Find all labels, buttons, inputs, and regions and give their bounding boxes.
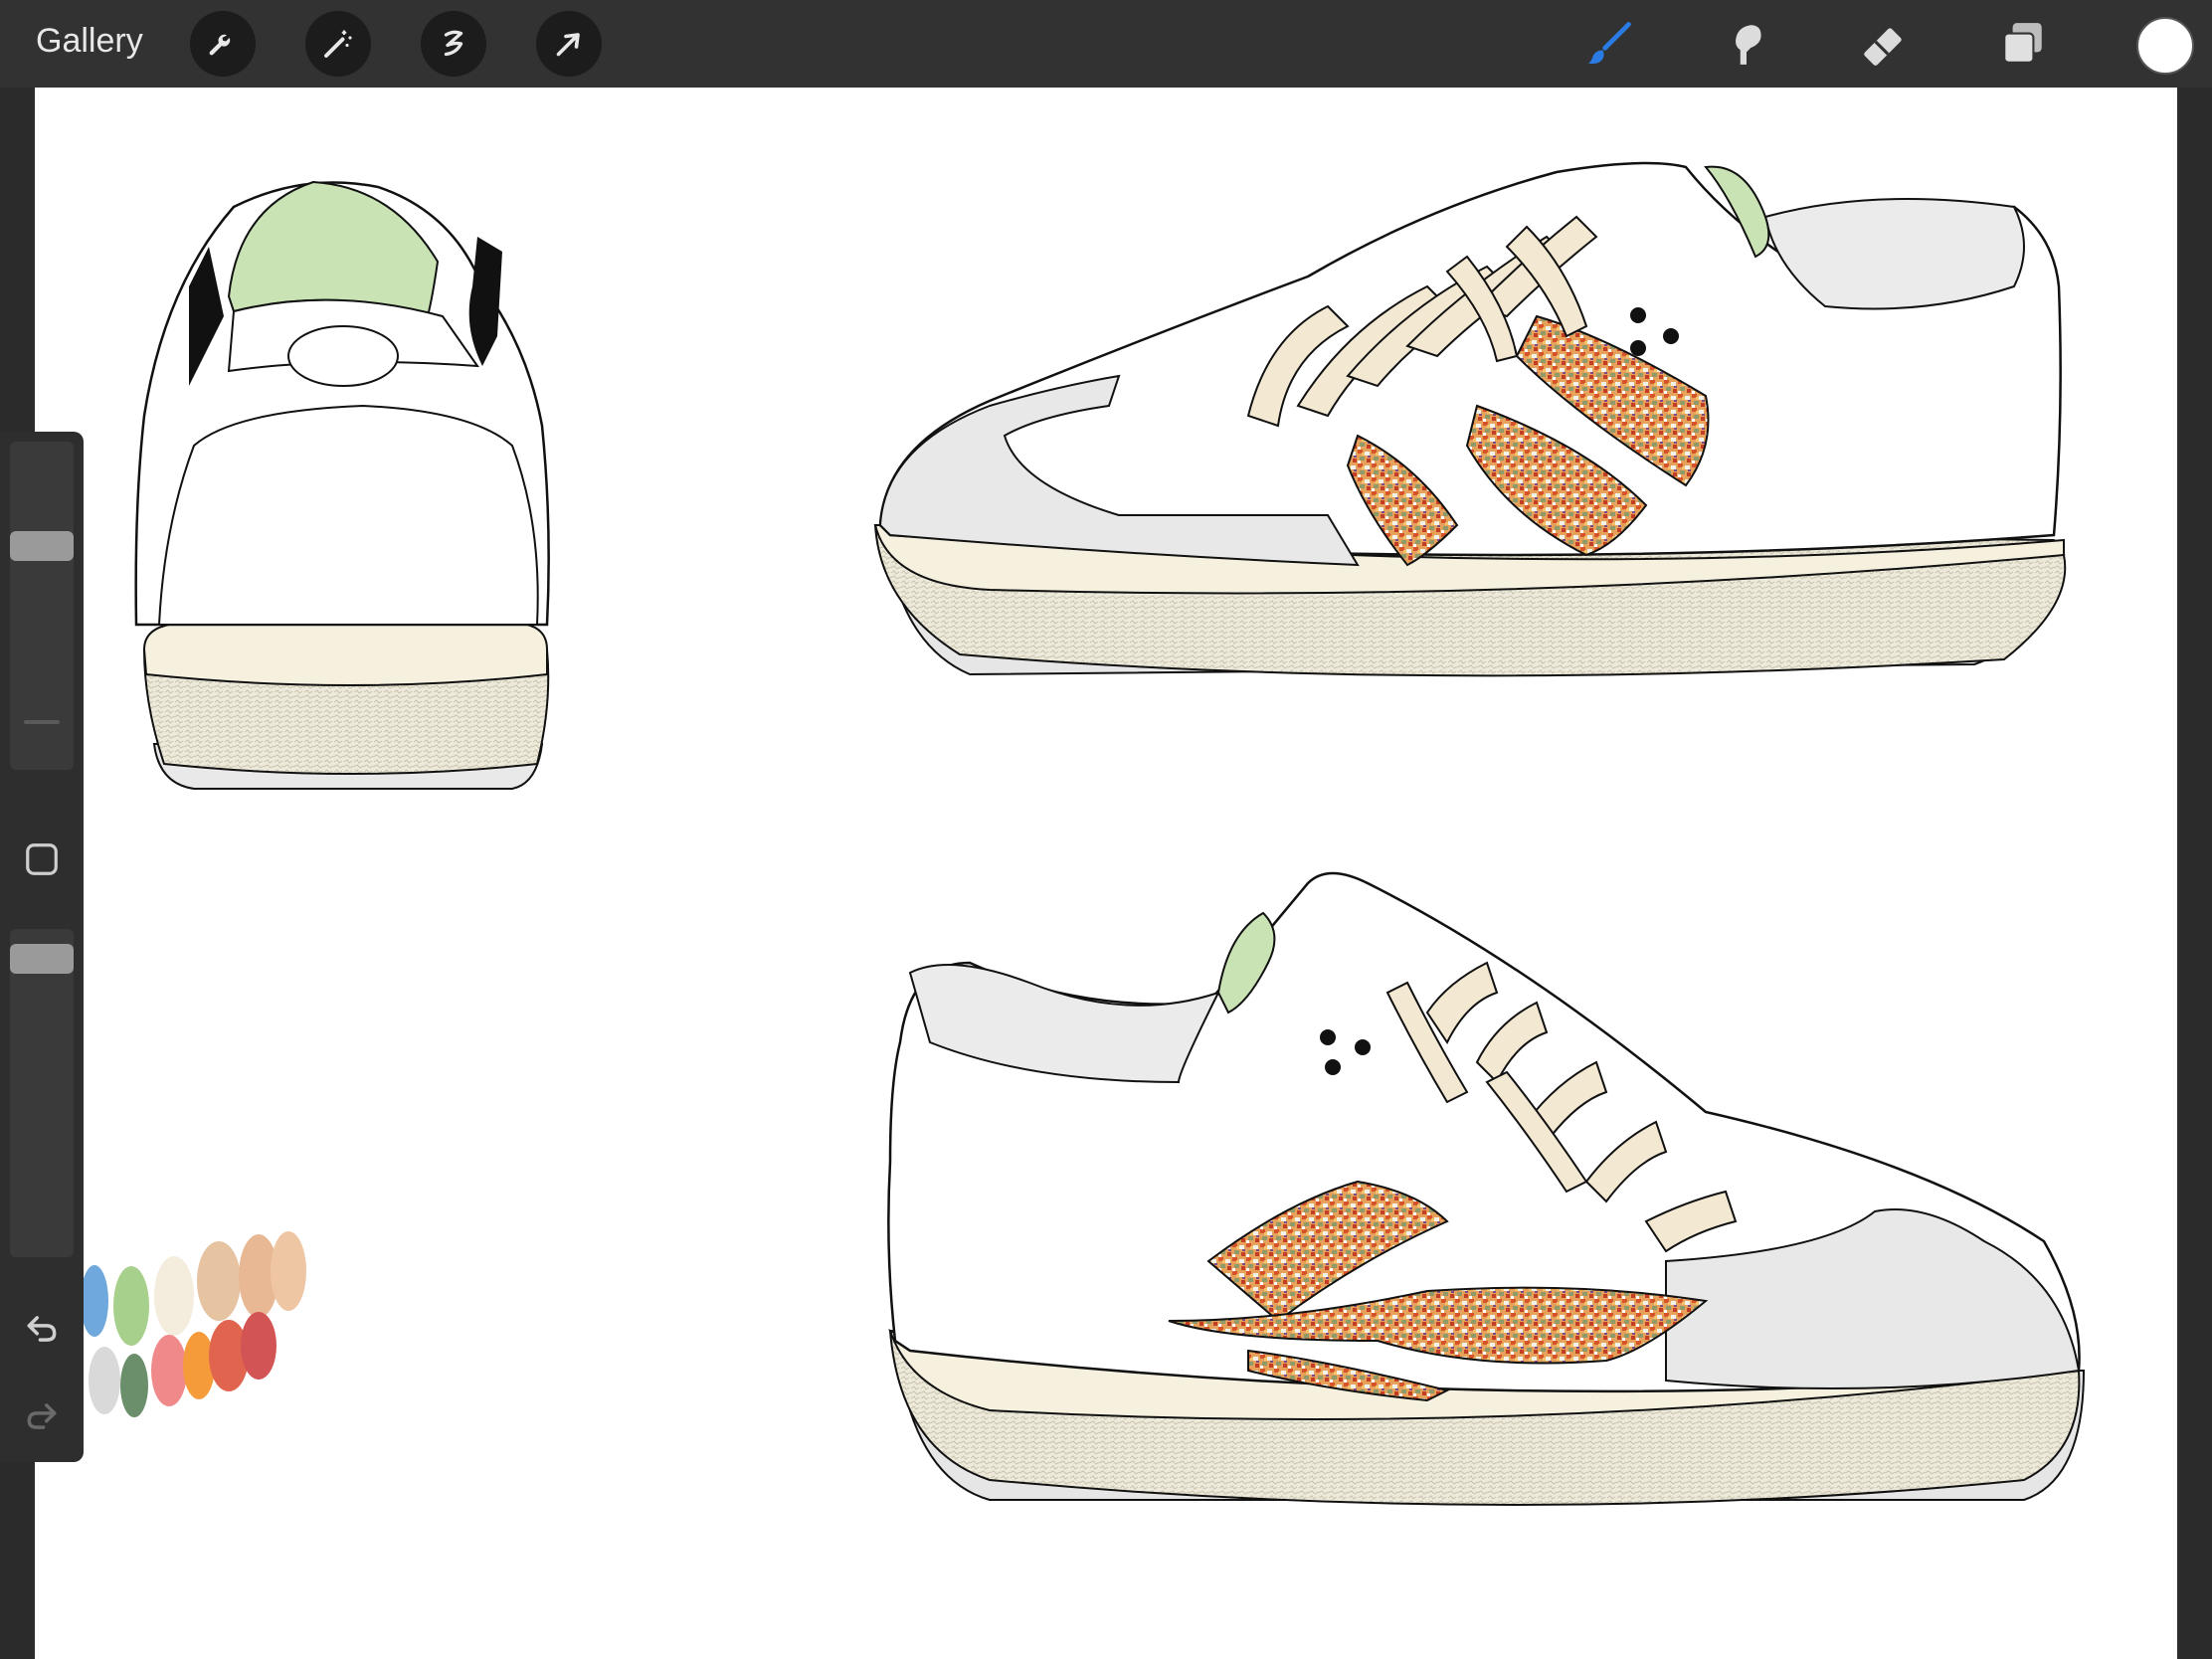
slider-divider <box>24 720 60 724</box>
layers-icon[interactable] <box>1993 14 2053 74</box>
modify-square-button[interactable] <box>20 837 64 881</box>
eraser-icon[interactable] <box>1854 14 1914 74</box>
top-toolbar: Gallery <box>0 0 2212 88</box>
shoe-back-view <box>134 180 550 790</box>
undo-icon[interactable] <box>20 1307 64 1351</box>
actions-wrench-icon[interactable] <box>190 11 256 77</box>
shoe-side-view-top <box>873 161 2067 677</box>
selection-s-icon[interactable] <box>421 11 486 77</box>
redo-icon[interactable] <box>20 1394 64 1438</box>
opacity-slider[interactable] <box>10 929 74 1257</box>
brush-size-slider-thumb[interactable] <box>10 531 74 561</box>
transform-arrow-icon[interactable] <box>536 11 602 77</box>
color-picker-swatch[interactable] <box>2136 17 2194 75</box>
artwork <box>81 161 2086 1506</box>
adjustments-wand-icon[interactable] <box>305 11 371 77</box>
brush-icon[interactable] <box>1579 14 1639 74</box>
shoe-side-view-bottom <box>887 871 2086 1506</box>
palette-swatches <box>81 1231 306 1417</box>
drawing-canvas[interactable] <box>35 88 2177 1659</box>
side-toolbar <box>0 432 84 1462</box>
opacity-slider-thumb[interactable] <box>10 944 74 974</box>
smudge-icon[interactable] <box>1717 14 1776 74</box>
gallery-button[interactable]: Gallery <box>36 22 143 61</box>
